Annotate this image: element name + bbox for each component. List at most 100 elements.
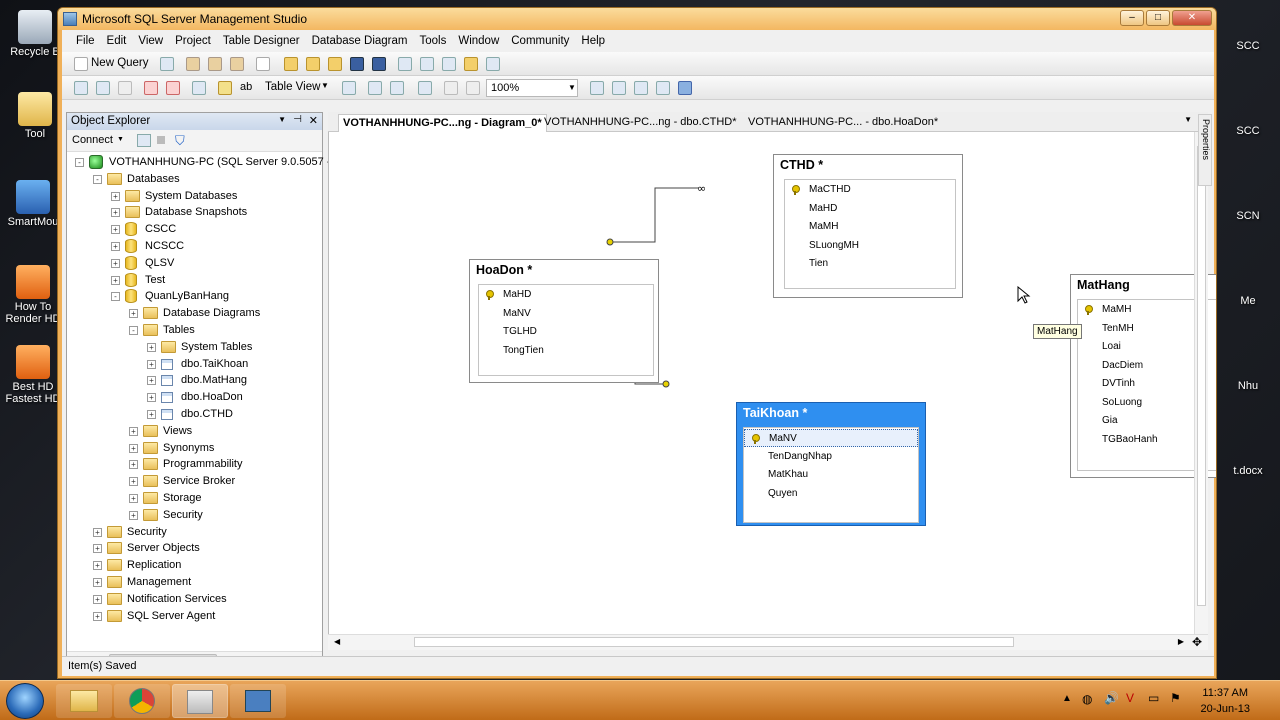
menu-edit[interactable]: Edit <box>101 30 133 47</box>
desktop-icon[interactable]: Best HD Fastest HD <box>3 345 63 405</box>
app-taskbar-button[interactable] <box>230 684 286 718</box>
tree-item[interactable]: + Test <box>67 272 322 289</box>
diagram-table-hoadon[interactable]: HoaDon * MaHD MaNV TGLHD TongTien <box>469 259 659 383</box>
analysis-query-icon[interactable] <box>186 57 200 71</box>
table-column[interactable]: MaCTHD <box>785 181 955 199</box>
expand-icon[interactable]: + <box>129 460 138 470</box>
table-column[interactable]: MaNV <box>479 305 653 323</box>
tree-item[interactable]: + dbo.CTHD <box>67 406 322 423</box>
tree-item[interactable]: + Management <box>67 574 322 591</box>
open-file-icon[interactable] <box>284 57 298 71</box>
zoom-chevron-icon[interactable]: ▼ <box>568 83 576 92</box>
registered-servers-icon[interactable] <box>398 57 412 71</box>
xmla-query-icon[interactable] <box>256 57 270 71</box>
new-table-icon[interactable] <box>74 81 88 95</box>
table-column[interactable]: MaHD <box>479 286 653 304</box>
show-relationship-labels-icon[interactable] <box>656 81 670 95</box>
expand-icon[interactable]: + <box>111 275 120 285</box>
table-column[interactable]: MaNV <box>744 429 918 447</box>
expand-icon[interactable]: + <box>93 527 102 537</box>
tray-display-icon[interactable]: ▭ <box>1148 691 1159 705</box>
expand-icon[interactable]: + <box>129 426 138 436</box>
desktop-icon[interactable]: Nhu <box>1218 380 1278 392</box>
tree-item[interactable]: + System Databases <box>67 188 322 205</box>
menu-community[interactable]: Community <box>505 30 575 47</box>
tab-document[interactable]: VOTHANHHUNG-PC...ng - dbo.CTHD* <box>540 114 741 132</box>
table-column[interactable]: MaHD <box>785 200 955 218</box>
tab-document[interactable]: VOTHANHHUNG-PC...ng - Diagram_0* <box>338 114 547 132</box>
chevron-down-icon[interactable]: ▼ <box>321 81 329 90</box>
add-table-icon[interactable] <box>96 81 110 95</box>
tab-list-icon[interactable]: ▼ <box>1184 115 1192 124</box>
scroll-left-icon[interactable]: ◀ <box>334 637 340 646</box>
desktop-icon[interactable]: t.docx <box>1218 465 1278 477</box>
panel-close-icon[interactable]: ✕ <box>309 114 318 127</box>
tree-item[interactable]: + Security <box>67 524 322 541</box>
pan-icon[interactable]: ✥ <box>1192 635 1202 649</box>
tray-app-icon[interactable]: V <box>1126 691 1134 705</box>
tree-item[interactable]: - Tables <box>67 322 322 339</box>
tree-item[interactable]: + Database Diagrams <box>67 305 322 322</box>
vscroll-thumb[interactable] <box>1197 146 1206 606</box>
system-clock[interactable]: 11:37 AM 20-Jun-13 <box>1200 685 1250 717</box>
tree-item[interactable]: - Databases <box>67 171 322 188</box>
tab-document[interactable]: VOTHANHHUNG-PC... - dbo.HoaDon* <box>744 114 942 132</box>
database-engine-query-icon[interactable] <box>160 57 174 71</box>
expand-icon[interactable]: + <box>129 494 138 503</box>
recalculate-page-breaks-icon[interactable] <box>444 81 458 95</box>
tree-item[interactable]: + SQL Server Agent <box>67 608 322 625</box>
tree-item[interactable]: + CSCC <box>67 221 322 238</box>
table-column[interactable]: TongTien <box>479 342 653 360</box>
tree-item[interactable]: - VOTHANHHUNG-PC (SQL Server 9.0.5057 - <box>67 154 330 171</box>
diagram-vscroll[interactable]: ▲ ▼ <box>1194 132 1208 650</box>
expand-icon[interactable]: + <box>147 342 156 352</box>
table-column[interactable]: SLuongMH <box>785 237 955 255</box>
menu-window[interactable]: Window <box>452 30 505 47</box>
relationship-hoadon-cthd[interactable] <box>613 187 699 243</box>
properties-window-icon[interactable] <box>486 57 500 71</box>
minimize-button[interactable]: – <box>1120 10 1144 26</box>
ssms-taskbar-button[interactable] <box>172 684 228 718</box>
table-view-dropdown[interactable]: Table View <box>265 81 320 93</box>
tree-item[interactable]: + Server Objects <box>67 540 322 557</box>
expand-icon[interactable]: + <box>147 393 156 403</box>
connect-chevron-icon[interactable]: ▼ <box>117 136 124 143</box>
tree-item[interactable]: + dbo.MatHang <box>67 372 322 389</box>
menu-file[interactable]: File <box>62 30 101 47</box>
menu-table-designer[interactable]: Table Designer <box>217 30 306 47</box>
panel-dropdown-icon[interactable]: ▼ <box>278 115 286 124</box>
add-item-icon[interactable] <box>328 57 342 71</box>
collapse-icon[interactable]: - <box>129 326 138 335</box>
desktop-icon[interactable]: SmartMou <box>3 180 63 228</box>
desktop-icon[interactable]: SCN <box>1218 210 1278 222</box>
table-column[interactable]: MatKhau <box>744 466 918 484</box>
expand-icon[interactable]: + <box>93 578 102 587</box>
manage-checks-icon[interactable] <box>390 81 404 95</box>
expand-icon[interactable]: + <box>93 611 102 621</box>
tree-item[interactable]: + System Tables <box>67 339 322 356</box>
chrome-taskbar-button[interactable] <box>114 684 170 718</box>
desktop-icon[interactable]: SCC <box>1218 40 1278 52</box>
template-explorer-icon[interactable] <box>442 57 456 71</box>
menu-help[interactable]: Help <box>575 30 611 47</box>
diagram-hscroll[interactable]: ◀ ▶ ✥ <box>328 634 1208 650</box>
primary-key-icon[interactable] <box>218 81 232 95</box>
tree-item[interactable]: + Programmability <box>67 456 322 473</box>
connect-button[interactable]: Connect <box>72 134 113 146</box>
table-column[interactable]: TGLHD <box>479 323 653 341</box>
menu-database-diagram[interactable]: Database Diagram <box>306 30 414 47</box>
manage-indexes-icon[interactable] <box>368 81 382 95</box>
expand-icon[interactable]: + <box>129 309 138 319</box>
save-icon[interactable] <box>350 57 364 71</box>
expand-icon[interactable]: + <box>147 376 156 386</box>
tree-item[interactable]: + QLSV <box>67 255 322 272</box>
solution-explorer-icon[interactable] <box>464 57 478 71</box>
tree-item[interactable]: + Views <box>67 423 322 440</box>
hscroll-thumb[interactable] <box>414 637 1014 647</box>
expand-icon[interactable]: + <box>111 258 120 268</box>
table-column[interactable]: Tien <box>785 255 955 273</box>
dmx-query-icon[interactable] <box>230 57 244 71</box>
diagram-table-cthd[interactable]: CTHD * MaCTHD MaHD MaMH SLuongMH Tien <box>773 154 963 298</box>
start-button[interactable] <box>6 683 44 719</box>
tree-item[interactable]: + dbo.HoaDon <box>67 389 322 406</box>
